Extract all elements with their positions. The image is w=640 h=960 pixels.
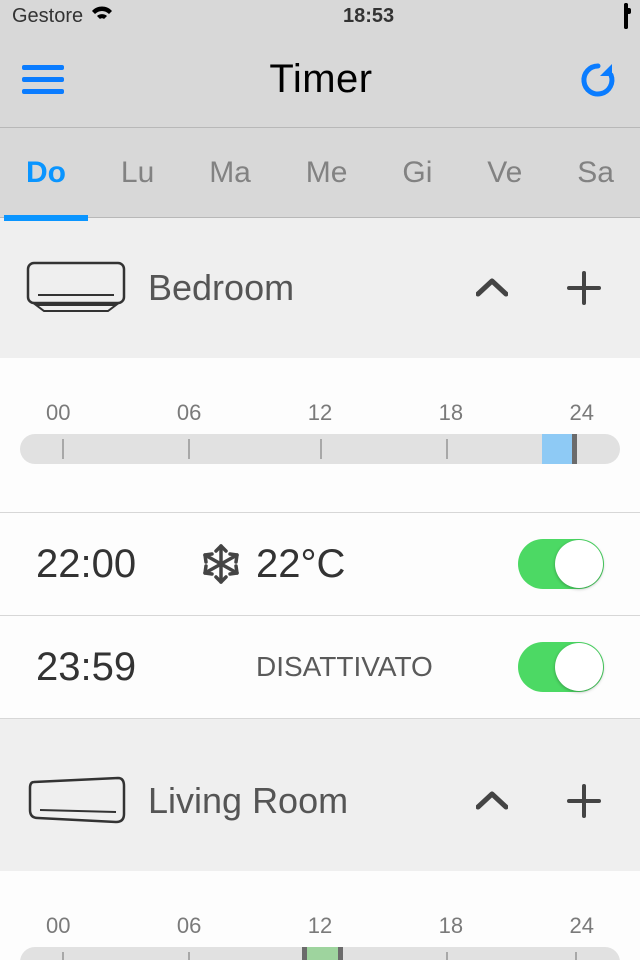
day-tab-lu[interactable]: Lu [117, 146, 158, 200]
day-tabs: Do Lu Ma Me Gi Ve Sa [0, 128, 640, 218]
ac-unit-icon [26, 258, 126, 318]
entry-toggle[interactable] [518, 539, 604, 589]
timeline-segment [542, 434, 575, 464]
schedule-entry[interactable]: 23:59 DISATTIVATO [0, 615, 640, 719]
entry-time: 23:59 [36, 645, 186, 690]
add-schedule-button[interactable] [564, 268, 604, 308]
collapse-button[interactable] [472, 268, 512, 308]
entry-status: DISATTIVATO [256, 651, 518, 683]
time-mark: 00 [46, 400, 70, 426]
battery-icon [624, 5, 628, 28]
day-tab-me[interactable]: Me [302, 146, 352, 200]
refresh-button[interactable] [578, 60, 618, 100]
room-header-living-room: Living Room [0, 731, 640, 871]
schedule-entries-bedroom: 22:00 22°C 23:59 DISATTIVATO [0, 512, 640, 719]
carrier-label: Gestore [12, 5, 83, 28]
entry-time: 22:00 [36, 542, 186, 587]
day-tab-gi[interactable]: Gi [398, 146, 436, 200]
status-left: Gestore [12, 5, 113, 28]
timeline-bar[interactable] [20, 947, 620, 960]
schedule-entry[interactable]: 22:00 22°C [0, 512, 640, 615]
timeline-endbar [302, 947, 307, 960]
room-name: Bedroom [148, 267, 450, 309]
time-mark: 06 [177, 400, 201, 426]
time-mark: 06 [177, 913, 201, 939]
time-mark: 12 [308, 400, 332, 426]
day-tab-sa[interactable]: Sa [573, 146, 618, 200]
page-title: Timer [269, 57, 372, 102]
day-tab-ve[interactable]: Ve [483, 146, 526, 200]
timeline-endbar [338, 947, 343, 960]
section-gap [0, 719, 640, 731]
entry-temperature: 22°C [256, 542, 518, 587]
timeline-labels: 00 06 12 18 24 [20, 400, 620, 434]
menu-button[interactable] [22, 65, 64, 94]
status-right [624, 5, 628, 28]
room-name: Living Room [148, 780, 450, 822]
snowflake-icon [186, 543, 256, 585]
day-tab-ma[interactable]: Ma [205, 146, 255, 200]
time-mark: 00 [46, 913, 70, 939]
nav-bar: Timer [0, 32, 640, 128]
timeline-bar[interactable] [20, 434, 620, 464]
status-time: 18:53 [343, 5, 394, 28]
time-mark: 24 [570, 400, 594, 426]
timeline-labels: 00 06 12 18 24 [20, 913, 620, 947]
time-mark: 12 [308, 913, 332, 939]
timeline-segment [302, 947, 338, 960]
time-mark: 18 [439, 913, 463, 939]
entry-toggle[interactable] [518, 642, 604, 692]
collapse-button[interactable] [472, 781, 512, 821]
timeline-living-room: 00 06 12 18 24 [0, 871, 640, 960]
add-schedule-button[interactable] [564, 781, 604, 821]
ac-unit-icon [26, 771, 126, 831]
timeline-bedroom: 00 06 12 18 24 [0, 358, 640, 512]
timeline-endbar [572, 434, 577, 464]
status-bar: Gestore 18:53 [0, 0, 640, 32]
wifi-icon [91, 5, 113, 28]
room-header-bedroom: Bedroom [0, 218, 640, 358]
time-mark: 18 [439, 400, 463, 426]
time-mark: 24 [570, 913, 594, 939]
day-tab-do[interactable]: Do [22, 146, 70, 200]
